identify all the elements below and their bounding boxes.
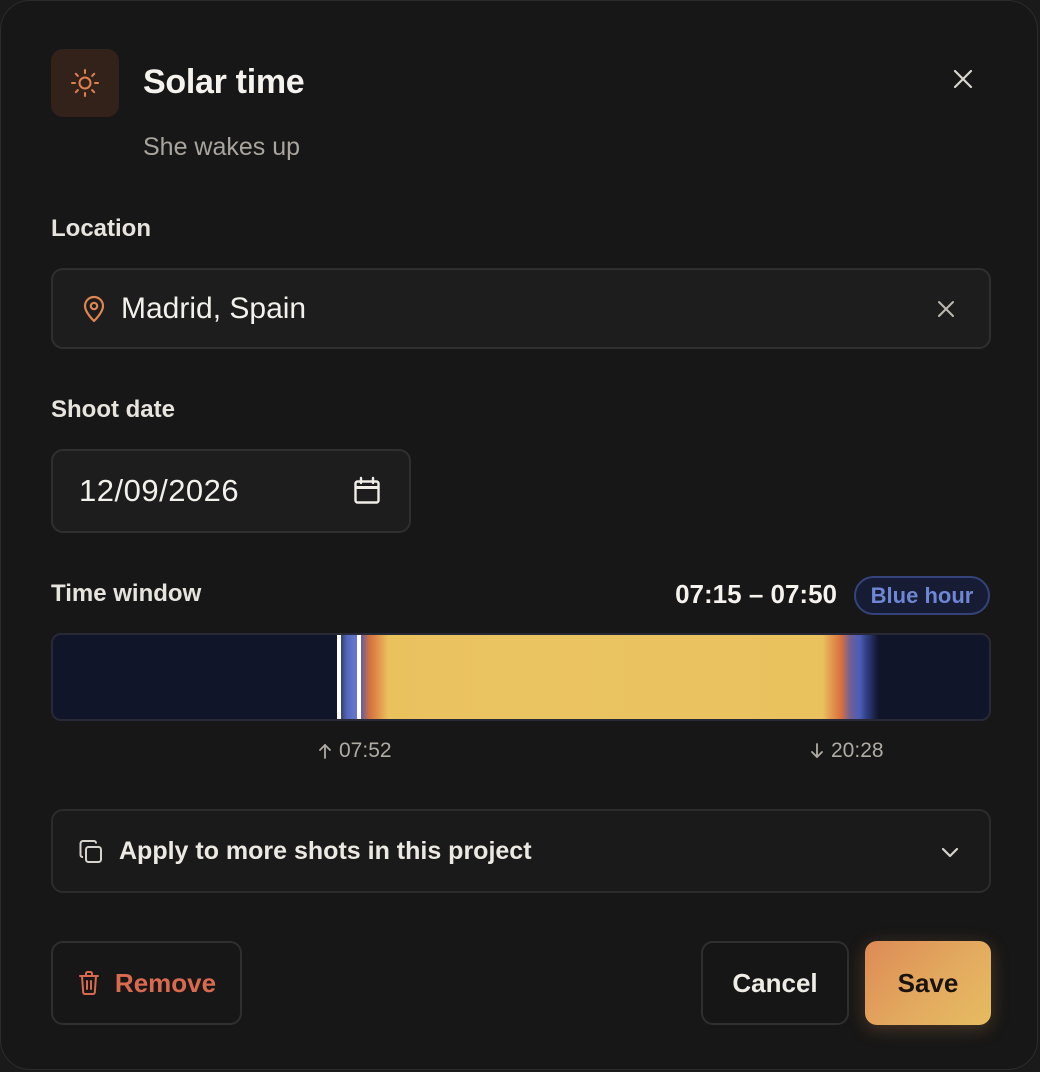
apply-label: Apply to more shots in this project (119, 837, 532, 865)
map-pin-icon (83, 295, 105, 323)
close-icon (938, 301, 954, 317)
clear-location-button[interactable] (929, 292, 963, 326)
apply-to-more-shots-toggle[interactable]: Apply to more shots in this project (51, 809, 991, 893)
location-input[interactable] (121, 287, 901, 331)
trash-icon (78, 971, 99, 995)
shoot-date-field[interactable]: 12/09/2026 (51, 449, 411, 533)
location-label: Location (51, 215, 151, 242)
shoot-date-label: Shoot date (51, 396, 175, 423)
remove-label: Remove (114, 967, 217, 998)
solar-time-dialog: Solar time She wakes up Location Shoot d… (0, 0, 1038, 1070)
close-button[interactable] (941, 57, 985, 101)
sunset-time: 20:28 (831, 739, 884, 762)
arrow-up-icon (319, 744, 331, 759)
cancel-button[interactable]: Cancel (701, 941, 849, 1025)
light-phase-badge: Blue hour (854, 576, 990, 615)
calendar-icon[interactable] (351, 475, 383, 507)
remove-button[interactable]: Remove (51, 941, 242, 1025)
window-end-handle[interactable] (357, 635, 361, 719)
time-window-timeline[interactable] (51, 633, 991, 721)
dialog-title: Solar time (143, 63, 305, 101)
copy-icon (79, 840, 102, 863)
selected-window (339, 635, 359, 719)
sunrise-time: 07:52 (339, 739, 392, 762)
dialog-subtitle: She wakes up (143, 133, 301, 161)
location-field[interactable] (51, 268, 991, 349)
sunset-marker: 20:28 (809, 739, 884, 763)
chevron-down-icon (941, 847, 959, 858)
time-window-label: Time window (51, 580, 202, 607)
time-window-range: 07:15 – 07:50 (675, 579, 837, 609)
sun-icon (51, 49, 119, 117)
window-start-handle[interactable] (337, 635, 341, 719)
close-icon (953, 69, 973, 89)
shoot-date-value[interactable]: 12/09/2026 (79, 473, 239, 509)
arrow-down-icon (811, 743, 823, 758)
sunrise-marker: 07:52 (317, 739, 392, 763)
save-button[interactable]: Save (865, 941, 991, 1025)
